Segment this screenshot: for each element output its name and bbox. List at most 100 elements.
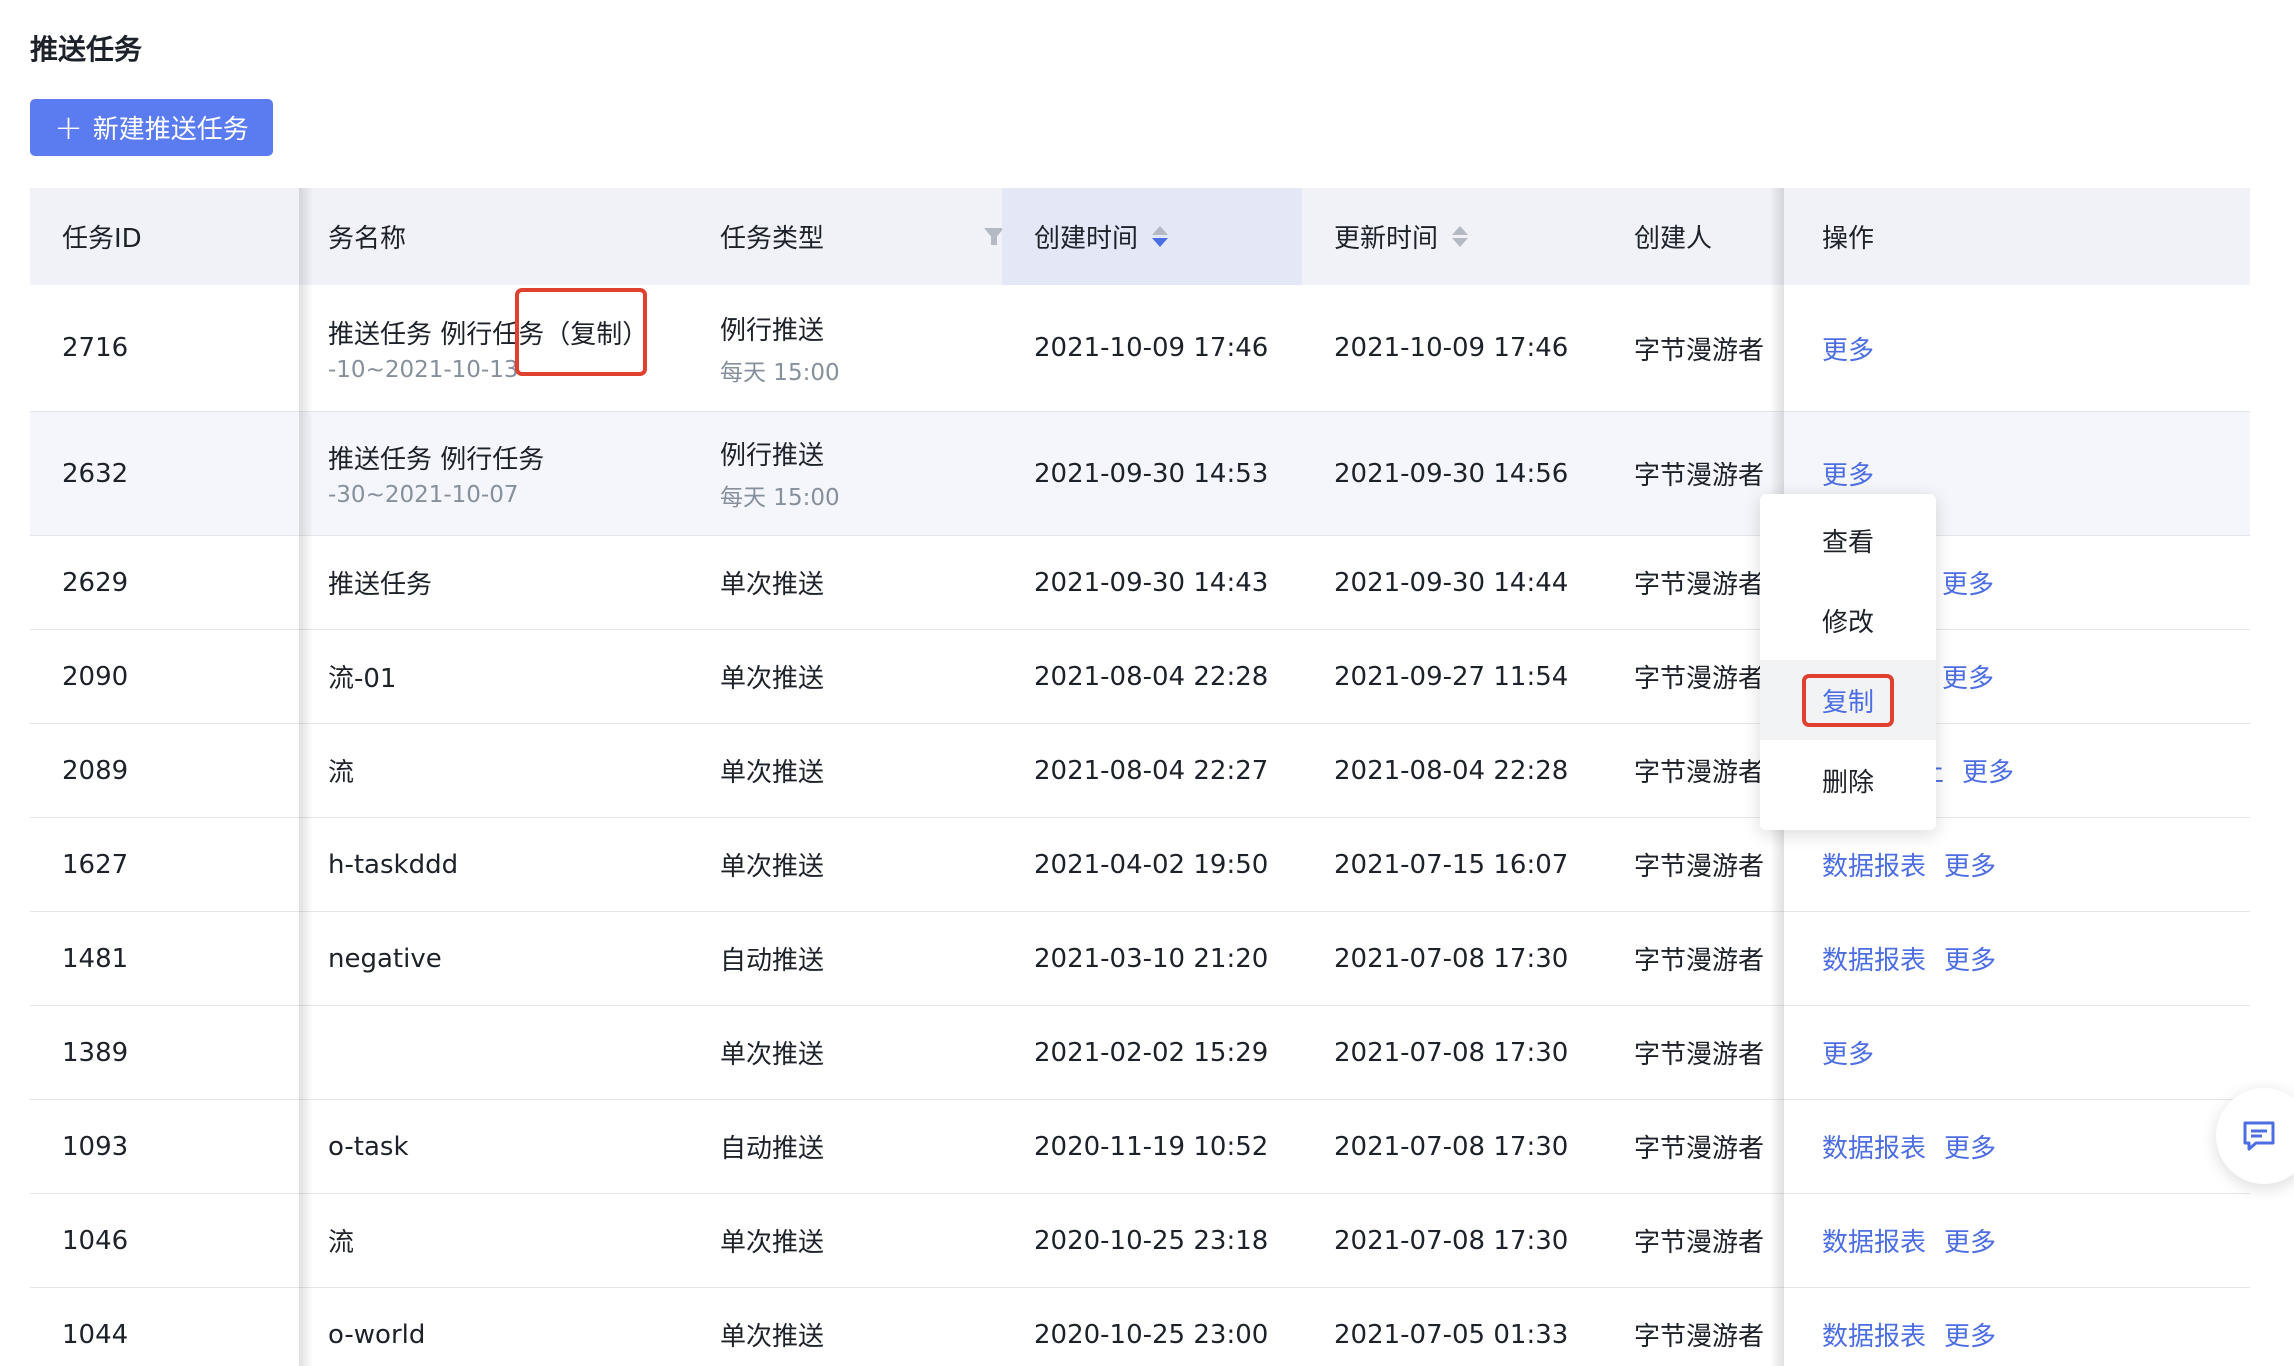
header-created-time[interactable]: 创建时间 bbox=[1002, 188, 1302, 285]
chat-icon bbox=[2243, 1121, 2275, 1151]
cell-creator: 字节漫游者 bbox=[1634, 1194, 1814, 1287]
cell-creator: 字节漫游者 bbox=[1634, 1288, 1814, 1366]
menu-item-edit[interactable]: 修改 bbox=[1760, 580, 1936, 660]
menu-item-edit-label: 修改 bbox=[1821, 607, 1874, 638]
cell-task-type: 单次推送 bbox=[720, 536, 980, 629]
action-link[interactable]: 更多 bbox=[1944, 1316, 1996, 1353]
action-link[interactable]: 更多 bbox=[1822, 455, 1874, 492]
cell-task-id-text: 2632 bbox=[62, 458, 129, 489]
cell-creator: 字节漫游者 bbox=[1634, 285, 1814, 411]
menu-item-view[interactable]: 查看 bbox=[1760, 500, 1936, 580]
cell-task-name: 流 bbox=[328, 724, 708, 817]
cell-updated-time-text: 2021-07-08 17:30 bbox=[1334, 943, 1569, 974]
cell-task-id: 2089 bbox=[62, 724, 312, 817]
cell-task-id: 1093 bbox=[62, 1100, 312, 1193]
cell-creator-text: 字节漫游者 bbox=[1634, 1322, 1765, 1352]
menu-item-copy-label: 复制 bbox=[1801, 673, 1894, 727]
page-title: 推送任务 bbox=[30, 33, 143, 66]
table-row: 1044 o-world 单次推送 2020-10-25 23:00 2021-07-0… bbox=[30, 1288, 2250, 1366]
cell-task-name: o-world bbox=[328, 1288, 708, 1366]
cell-task-name: 推送任务 例行任务 -30~2021-10-07 bbox=[328, 412, 708, 535]
cell-updated-time: 2021-08-04 22:28 bbox=[1334, 724, 1614, 817]
header-actions: 操作 bbox=[1822, 188, 2222, 285]
cell-creator: 字节漫游者 bbox=[1634, 818, 1814, 911]
copy-suffix-highlight bbox=[515, 288, 647, 376]
header-task-type[interactable]: 任务类型 bbox=[720, 188, 1022, 285]
cell-updated-time: 2021-07-08 17:30 bbox=[1334, 912, 1614, 1005]
cell-updated-time-text: 2021-07-08 17:30 bbox=[1334, 1131, 1569, 1162]
cell-creator-text: 字节漫游者 bbox=[1634, 335, 1765, 366]
cell-task-type-text: 单次推送 bbox=[720, 664, 825, 694]
action-link[interactable]: 数据报表 bbox=[1822, 1128, 1926, 1165]
cell-updated-time: 2021-07-15 16:07 bbox=[1334, 818, 1614, 911]
action-link[interactable]: 更多 bbox=[1944, 1222, 1996, 1259]
cell-creator-text: 字节漫游者 bbox=[1634, 852, 1765, 882]
sort-icon[interactable] bbox=[1152, 226, 1169, 247]
cell-creator-text: 字节漫游者 bbox=[1634, 461, 1765, 491]
more-actions-dropdown: 查看 修改 复制 删除 bbox=[1760, 494, 1936, 830]
table-row: 1481 negative 自动推送 2021-03-10 21:20 2021-07-… bbox=[30, 912, 2250, 1006]
action-link[interactable]: 更多 bbox=[1822, 330, 1874, 367]
new-push-task-button[interactable]: + 新建推送任务 bbox=[30, 99, 273, 156]
header-created-time-label: 创建时间 bbox=[1034, 224, 1139, 254]
cell-task-id: 2632 bbox=[62, 412, 312, 535]
action-link[interactable]: 数据报表 bbox=[1822, 1222, 1926, 1259]
action-link[interactable]: 数据报表 bbox=[1822, 1316, 1926, 1353]
sort-icon[interactable] bbox=[1452, 226, 1469, 247]
cell-task-name: h-taskddd bbox=[328, 818, 708, 911]
cell-updated-time-text: 2021-07-08 17:30 bbox=[1334, 1225, 1569, 1256]
cell-task-name-text: 流-01 bbox=[328, 664, 397, 694]
cell-task-name: negative bbox=[328, 912, 708, 1005]
action-link[interactable]: 更多 bbox=[1942, 564, 1994, 601]
cell-updated-time-text: 2021-07-15 16:07 bbox=[1334, 849, 1569, 880]
cell-task-id: 1389 bbox=[62, 1006, 312, 1099]
cell-actions: 数据报表 更多 bbox=[1822, 1194, 2242, 1287]
cell-task-name: 推送任务 bbox=[328, 536, 708, 629]
action-link[interactable]: 数据报表 bbox=[1822, 846, 1926, 883]
cell-updated-time-text: 2021-08-04 22:28 bbox=[1334, 755, 1569, 786]
cell-created-time: 2021-02-02 15:29 bbox=[1034, 1006, 1314, 1099]
cell-task-type: 单次推送 bbox=[720, 1194, 980, 1287]
action-link[interactable]: 更多 bbox=[1942, 658, 1994, 695]
header-task-type-label: 任务类型 bbox=[720, 224, 825, 254]
cell-task-name-text: 流 bbox=[328, 758, 355, 788]
cell-updated-time: 2021-09-30 14:44 bbox=[1334, 536, 1614, 629]
cell-task-id: 1481 bbox=[62, 912, 312, 1005]
action-link[interactable]: 数据报表 bbox=[1822, 940, 1926, 977]
cell-task-name: 流 bbox=[328, 1194, 708, 1287]
header-updated-time-label: 更新时间 bbox=[1334, 224, 1439, 254]
action-link[interactable]: 更多 bbox=[1944, 1128, 1996, 1165]
cell-updated-time: 2021-07-08 17:30 bbox=[1334, 1194, 1614, 1287]
cell-task-name-text: 推送任务 例行任务 bbox=[328, 445, 545, 475]
cell-task-type-text: 单次推送 bbox=[720, 1228, 825, 1258]
action-link[interactable]: 更多 bbox=[1944, 846, 1996, 883]
cell-updated-time-text: 2021-07-05 01:33 bbox=[1334, 1319, 1569, 1350]
header-updated-time[interactable]: 更新时间 bbox=[1334, 188, 1614, 285]
cell-task-id-text: 1389 bbox=[62, 1037, 129, 1068]
cell-updated-time: 2021-09-30 14:56 bbox=[1334, 412, 1614, 535]
cell-task-type: 单次推送 bbox=[720, 1006, 980, 1099]
cell-creator: 字节漫游者 bbox=[1634, 912, 1814, 1005]
cell-task-id: 2629 bbox=[62, 536, 312, 629]
table-row: 1627 h-taskddd 单次推送 2021-04-02 19:50 2021-07… bbox=[30, 818, 2250, 912]
action-link[interactable]: 更多 bbox=[1962, 752, 2014, 789]
cell-actions: 数据报表 更多 bbox=[1822, 1100, 2242, 1193]
menu-item-delete[interactable]: 删除 bbox=[1760, 740, 1936, 820]
cell-task-type: 单次推送 bbox=[720, 818, 980, 911]
action-link[interactable]: 更多 bbox=[1944, 940, 1996, 977]
cell-task-name-text: 推送任务 bbox=[328, 570, 433, 600]
cell-task-type: 单次推送 bbox=[720, 630, 980, 723]
cell-updated-time: 2021-07-08 17:30 bbox=[1334, 1006, 1614, 1099]
cell-created-time: 2021-08-04 22:28 bbox=[1034, 630, 1314, 723]
cell-created-time-text: 2021-02-02 15:29 bbox=[1034, 1037, 1269, 1068]
filter-icon[interactable] bbox=[984, 228, 1004, 245]
cell-task-id: 1627 bbox=[62, 818, 312, 911]
header-task-name-label: 务名称 bbox=[328, 224, 407, 254]
menu-item-copy[interactable]: 复制 bbox=[1760, 660, 1936, 740]
action-link[interactable]: 更多 bbox=[1822, 1034, 1874, 1071]
cell-created-time-text: 2021-08-04 22:27 bbox=[1034, 755, 1269, 786]
cell-actions: 更多 bbox=[1822, 1006, 2242, 1099]
cell-updated-time-text: 2021-09-30 14:44 bbox=[1334, 567, 1569, 598]
table-row: 1389 单次推送 2021-02-02 15:29 2021-07-08 17:30… bbox=[30, 1006, 2250, 1100]
cell-task-id: 1046 bbox=[62, 1194, 312, 1287]
